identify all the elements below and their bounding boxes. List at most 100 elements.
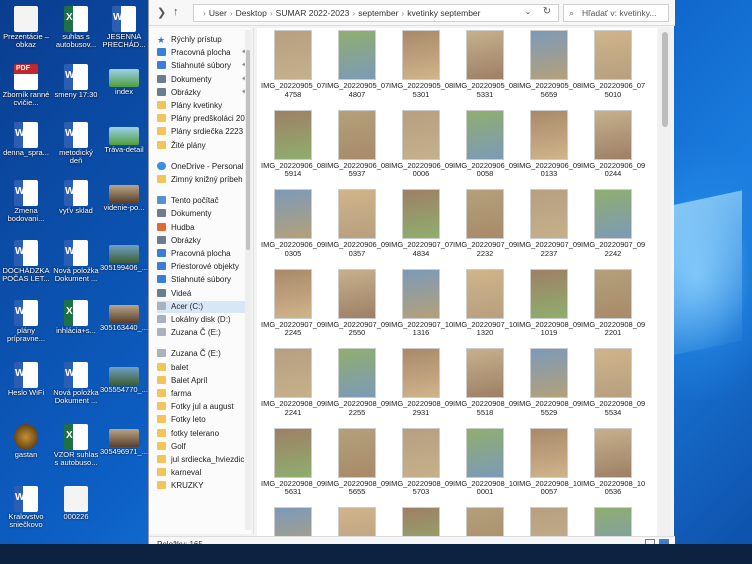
file-thumbnail-item[interactable] [325,507,389,536]
file-thumbnail-item[interactable]: IMG_20220905_07 4807 [325,30,389,110]
desktop-icon[interactable]: 305554770_... [100,362,148,420]
nav-item[interactable]: Zuzana Č (E:) [157,348,251,360]
desktop-icon[interactable]: inhlácia+s... [52,300,100,358]
nav-item[interactable]: Balet Apríl [157,375,251,387]
file-thumbnail-item[interactable]: IMG_20220906_07 5010 [581,30,645,110]
nav-item[interactable]: Stiahnuté súbory✦ [157,60,251,72]
file-thumbnail-item[interactable]: IMG_20220906_09 0006 [389,109,453,190]
file-thumbnail-item[interactable] [453,507,517,536]
file-thumbnail-item[interactable]: IMG_20220908_09 2931 [389,348,453,428]
file-thumbnail-item[interactable]: IMG_20220907_09 2242 [581,189,645,269]
nav-item[interactable]: Obrázky✦ [157,87,251,99]
nav-item[interactable]: farma [157,388,251,400]
nav-item[interactable]: Videá [157,288,251,300]
file-thumbnail-item[interactable]: IMG_20220907_07 4834 [389,189,453,269]
file-thumbnail-item[interactable]: IMG_20220908_10 0057 [517,427,581,508]
desktop-icon[interactable]: Prezentácie – obkaz [2,6,50,64]
scrollbar-thumb[interactable] [662,32,668,127]
file-thumbnail-item[interactable]: IMG_20220908_09 5655 [325,427,389,508]
file-thumbnail-item[interactable]: IMG_20220908_09 5529 [517,348,581,428]
back-arrow-icon[interactable]: ❯ [157,6,166,19]
file-thumbnail-item[interactable] [389,507,453,536]
desktop-icon[interactable]: videnie-po... [100,180,148,238]
file-thumbnail-item[interactable]: IMG_20220905_08 5659 [517,30,581,110]
file-thumbnail-item[interactable]: IMG_20220907_09 2237 [517,189,581,269]
file-thumbnail-item[interactable] [517,507,581,536]
search-input[interactable]: ⌕ Hľadať v: kvetinky... [563,4,669,22]
nav-item[interactable]: Fotky jul a august [157,401,251,413]
desktop-icon[interactable]: vyťv sklad [52,180,100,238]
nav-item[interactable]: Plány kvetinky [157,100,251,112]
nav-item[interactable]: ★ Rýchly prístup [157,34,251,46]
nav-item[interactable]: Fotky leto [157,414,251,426]
nav-item[interactable]: Priestorové objekty [157,261,251,273]
nav-item[interactable]: Stiahnuté súbory [157,274,251,286]
desktop-icon[interactable]: smeny 17:30 [52,64,100,122]
desktop-icon[interactable]: metodický deň [52,122,100,180]
file-thumbnail-item[interactable]: IMG_20220908_09 5534 [581,348,645,428]
nav-item[interactable]: Pracovná plocha [157,248,251,260]
desktop-icon[interactable]: Kralovstvo sniečkovo [2,486,50,544]
file-thumbnail-item[interactable]: IMG_20220906_09 0305 [261,189,325,269]
breadcrumb-item[interactable]: september [358,8,398,18]
nav-item[interactable]: OneDrive - Personal [157,161,251,173]
desktop-icon[interactable]: Zmena bodovani... [2,180,50,238]
file-thumbnail-item[interactable]: IMG_20220906_09 0357 [325,189,389,269]
desktop-icon[interactable]: Tráva-detail [100,122,148,180]
breadcrumb-item[interactable]: Desktop [236,8,267,18]
nav-item[interactable]: Žité plány [157,140,251,152]
desktop-icon[interactable]: 305496971_... [100,424,148,482]
file-thumbnail-item[interactable]: IMG_20220906_09 0133 [517,109,581,190]
desktop-icon[interactable]: DOCHÁDZKA POČAS LET... [2,240,50,298]
nav-item[interactable]: Plány predškoláci 20 [157,113,251,125]
nav-item[interactable]: Dokumenty [157,208,251,220]
file-thumbnail-item[interactable]: IMG_20220908_09 2201 [581,268,645,349]
file-thumbnail-item[interactable]: IMG_20220908_09 5703 [389,427,453,508]
file-thumbnail-item[interactable]: IMG_20220908_09 2255 [325,348,389,428]
nav-item[interactable]: Plány srdiečka 2223 [157,126,251,138]
navigation-scrollbar[interactable] [245,30,251,530]
desktop-icon[interactable]: suhlas s autobusov... [52,6,100,64]
desktop-icon[interactable]: JESENNÁ PRECHÁD... [100,6,148,64]
file-thumbnail-item[interactable]: IMG_20220907_09 2245 [261,268,325,349]
desktop-icon[interactable]: gastan [2,424,50,482]
desktop-icon[interactable]: Zborník ranné cvičie... [2,64,50,122]
file-thumbnail-item[interactable]: IMG_20220905_07 4758 [261,30,325,110]
nav-item[interactable]: balet [157,362,251,374]
nav-item[interactable]: Tento počítač [157,195,251,207]
file-thumbnail-item[interactable]: IMG_20220906_08 5937 [325,109,389,190]
nav-item[interactable]: Golf [157,441,251,453]
desktop-icon[interactable]: VZOR suhlas s autobuso... [52,424,100,482]
nav-item[interactable]: jul srdiecka_hviezdic [157,454,251,466]
file-thumbnail-item[interactable]: IMG_20220905_08 5331 [453,30,517,110]
desktop-icon[interactable]: index [100,64,148,122]
file-thumbnail-item[interactable]: IMG_20220905_08 5301 [389,30,453,110]
file-thumbnail-item[interactable]: IMG_20220906_09 0058 [453,109,517,190]
desktop-icon[interactable]: Heslo WiFi [2,362,50,420]
file-thumbnail-item[interactable] [261,507,325,536]
desktop-icon[interactable]: Nová položka Dokument ... [52,362,100,420]
file-thumbnail-item[interactable]: IMG_20220908_10 0001 [453,427,517,508]
nav-item[interactable]: karneval [157,467,251,479]
nav-item[interactable]: KRUZKY [157,480,251,492]
nav-item[interactable]: Dokumenty✦ [157,74,251,86]
nav-item[interactable]: fotky telerano [157,428,251,440]
up-arrow-icon[interactable]: ↑ [173,6,179,18]
file-thumbnail-item[interactable]: IMG_20220908_09 5631 [261,427,325,508]
desktop-icon[interactable]: Nová položka Dokument ... [52,240,100,298]
content-scrollbar[interactable] [659,28,671,538]
chevron-down-icon[interactable]: ⌄ [519,4,537,22]
desktop-icon[interactable]: 305163440_... [100,300,148,358]
file-thumbnail-item[interactable]: IMG_20220907_09 2550 [325,268,389,349]
desktop-icon[interactable]: 000226 [52,486,100,544]
desktop-icon[interactable]: denna_spra... [2,122,50,180]
file-thumbnail-item[interactable]: IMG_20220907_10 1316 [389,268,453,349]
nav-item[interactable]: Zuzana Č (E:) [157,327,251,339]
file-thumbnail-item[interactable]: IMG_20220908_09 2241 [261,348,325,428]
scrollbar-thumb[interactable] [246,50,250,250]
file-thumbnail-item[interactable]: IMG_20220908_10 0536 [581,427,645,508]
desktop-icon[interactable]: 305199406_... [100,240,148,298]
breadcrumb-item[interactable]: User [209,8,227,18]
nav-item[interactable]: Acer (C:) [157,300,251,313]
breadcrumb-item[interactable]: kvetinky september [407,8,480,18]
